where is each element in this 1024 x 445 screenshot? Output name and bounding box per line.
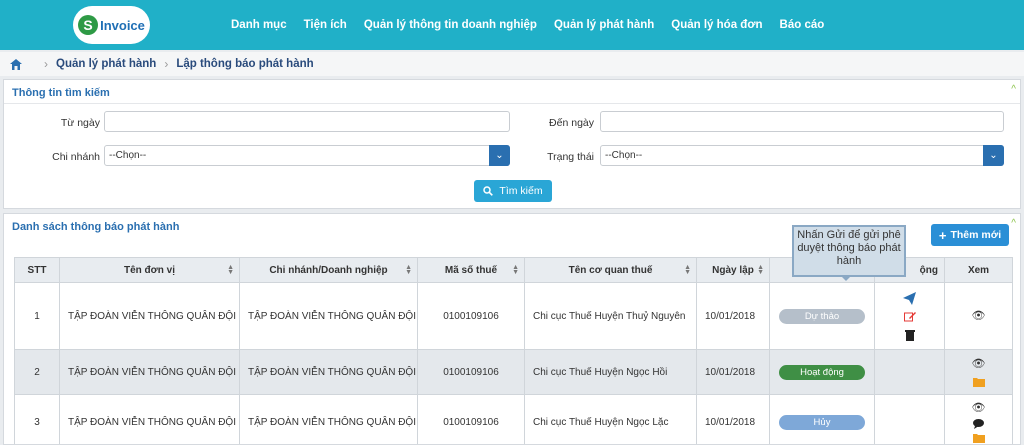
chevron-right-icon: ›: [164, 57, 168, 71]
cell-status: Hủy: [770, 395, 875, 445]
cell-date: 10/01/2018: [697, 350, 770, 395]
cell-status: Dự thảo: [770, 283, 875, 350]
cell-view: 👁: [945, 395, 1013, 445]
col-tax[interactable]: Mã số thuế▲▼: [418, 258, 525, 283]
chevron-down-icon[interactable]: ⌄: [983, 145, 1004, 166]
cell-tax: 0100109106: [418, 395, 525, 445]
status-select[interactable]: --Chọn-- ⌄: [600, 145, 1004, 166]
cell-unit: TẬP ĐOÀN VIỄN THÔNG QUÂN ĐỘI: [60, 283, 240, 350]
table-row[interactable]: 3 TẬP ĐOÀN VIỄN THÔNG QUÂN ĐỘI TẬP ĐOÀN …: [15, 395, 1013, 445]
home-icon[interactable]: [10, 59, 22, 70]
table-row[interactable]: 2 TẬP ĐOÀN VIỄN THÔNG QUÂN ĐỘI TẬP ĐOÀN …: [15, 350, 1013, 395]
col-unit[interactable]: Tên đơn vị▲▼: [60, 258, 240, 283]
chevron-down-icon[interactable]: ⌄: [489, 145, 510, 166]
cell-tax: 0100109106: [418, 283, 525, 350]
edit-icon[interactable]: [904, 311, 916, 323]
search-icon: [483, 186, 493, 196]
eye-icon[interactable]: 👁: [945, 401, 1012, 415]
to-date-label: Đến ngày: [534, 117, 594, 129]
trash-icon[interactable]: [905, 329, 915, 341]
top-navbar: S Invoice Danh mục Tiện ích Quản lý thôn…: [0, 0, 1024, 50]
col-view: Xem: [945, 258, 1013, 283]
col-branch[interactable]: Chi nhánh/Doanh nghiệp▲▼: [240, 258, 418, 283]
cell-stt: 3: [15, 395, 60, 445]
search-panel: Thông tin tìm kiếm ^ Từ ngày Đến ngày Ch…: [3, 79, 1021, 209]
search-button[interactable]: Tìm kiếm: [474, 180, 552, 202]
search-panel-title: Thông tin tìm kiếm: [4, 80, 1020, 104]
cell-branch: TẬP ĐOÀN VIỄN THÔNG QUÂN ĐỘI: [240, 283, 418, 350]
cell-actions: [875, 395, 945, 445]
menu-danh-muc[interactable]: Danh mục: [231, 19, 287, 31]
from-date-label: Từ ngày: [44, 117, 100, 129]
from-date-input[interactable]: [104, 111, 510, 132]
sort-icon: ▲▼: [684, 265, 691, 275]
folder-icon[interactable]: [973, 377, 985, 387]
add-new-label: Thêm mới: [950, 229, 1001, 241]
status-badge: Hủy: [779, 415, 865, 430]
collapse-icon[interactable]: ^: [1011, 84, 1016, 95]
logo-text: Invoice: [100, 18, 145, 33]
cell-date: 10/01/2018: [697, 395, 770, 445]
main-menu: Danh mục Tiện ích Quản lý thông tin doan…: [231, 0, 841, 50]
table-row[interactable]: 1 TẬP ĐOÀN VIỄN THÔNG QUÂN ĐỘI TẬP ĐOÀN …: [15, 283, 1013, 350]
release-table: STT Tên đơn vị▲▼ Chi nhánh/Doanh nghiệp▲…: [14, 257, 1013, 445]
status-badge: Dự thảo: [779, 309, 865, 324]
cell-stt: 2: [15, 350, 60, 395]
col-stt: STT: [15, 258, 60, 283]
plus-icon: +: [939, 228, 947, 243]
cell-stt: 1: [15, 283, 60, 350]
cell-office: Chi cục Thuế Huyện Ngọc Lặc: [525, 395, 697, 445]
app-logo[interactable]: S Invoice: [73, 6, 150, 44]
cell-tax: 0100109106: [418, 350, 525, 395]
eye-icon[interactable]: 👁: [945, 309, 1012, 323]
sort-icon: ▲▼: [512, 265, 519, 275]
cell-office: Chi cục Thuế Huyện Ngọc Hồi: [525, 350, 697, 395]
chevron-right-icon: ›: [44, 57, 48, 71]
search-button-label: Tìm kiếm: [499, 185, 542, 197]
sort-icon: ▲▼: [227, 265, 234, 275]
send-tooltip: Nhấn Gửi để gửi phê duyệt thông báo phát…: [792, 225, 906, 277]
cell-view: 👁: [945, 350, 1013, 395]
breadcrumb-item-release[interactable]: Quản lý phát hành: [56, 58, 156, 70]
cell-actions: [875, 350, 945, 395]
cell-unit: TẬP ĐOÀN VIỄN THÔNG QUÂN ĐỘI: [60, 350, 240, 395]
to-date-input[interactable]: [600, 111, 1004, 132]
cell-office: Chi cục Thuế Huyện Thuỷ Nguyên: [525, 283, 697, 350]
breadcrumb-item-current: Lập thông báo phát hành: [176, 58, 313, 70]
logo-letter: S: [78, 15, 98, 35]
menu-tien-ich[interactable]: Tiện ích: [304, 19, 347, 31]
add-new-button[interactable]: + Thêm mới: [931, 224, 1009, 246]
menu-bao-cao[interactable]: Báo cáo: [780, 19, 825, 31]
comment-icon[interactable]: [973, 419, 984, 429]
menu-quan-ly-thong-tin-dn[interactable]: Quản lý thông tin doanh nghiệp: [364, 19, 537, 31]
cell-actions: [875, 283, 945, 350]
send-icon[interactable]: [903, 292, 916, 305]
send-tooltip-text: Nhấn Gửi để gửi phê duyệt thông báo phát…: [797, 229, 900, 267]
sort-icon: ▲▼: [405, 265, 412, 275]
col-office[interactable]: Tên cơ quan thuế▲▼: [525, 258, 697, 283]
branch-select-value: --Chọn--: [109, 150, 146, 161]
branch-label: Chi nhánh: [44, 151, 100, 163]
cell-date: 10/01/2018: [697, 283, 770, 350]
branch-select[interactable]: --Chọn-- ⌄: [104, 145, 510, 166]
menu-quan-ly-hoa-don[interactable]: Quản lý hóa đơn: [671, 19, 762, 31]
status-select-value: --Chọn--: [605, 150, 642, 161]
col-date[interactable]: Ngày lập▲▼: [697, 258, 770, 283]
cell-branch: TẬP ĐOÀN VIỄN THÔNG QUÂN ĐỘI: [240, 395, 418, 445]
cell-view: 👁: [945, 283, 1013, 350]
menu-quan-ly-phat-hanh[interactable]: Quản lý phát hành: [554, 19, 654, 31]
cell-branch: TẬP ĐOÀN VIỄN THÔNG QUÂN ĐỘI: [240, 350, 418, 395]
cell-unit: TẬP ĐOÀN VIỄN THÔNG QUÂN ĐỘI: [60, 395, 240, 445]
cell-status: Hoạt động: [770, 350, 875, 395]
status-label: Trạng thái: [534, 151, 594, 163]
collapse-icon[interactable]: ^: [1011, 218, 1016, 229]
breadcrumb: › Quản lý phát hành › Lập thông báo phát…: [0, 52, 1024, 76]
eye-icon[interactable]: 👁: [945, 357, 1012, 371]
sort-icon: ▲▼: [757, 265, 764, 275]
status-badge: Hoạt động: [779, 365, 865, 380]
